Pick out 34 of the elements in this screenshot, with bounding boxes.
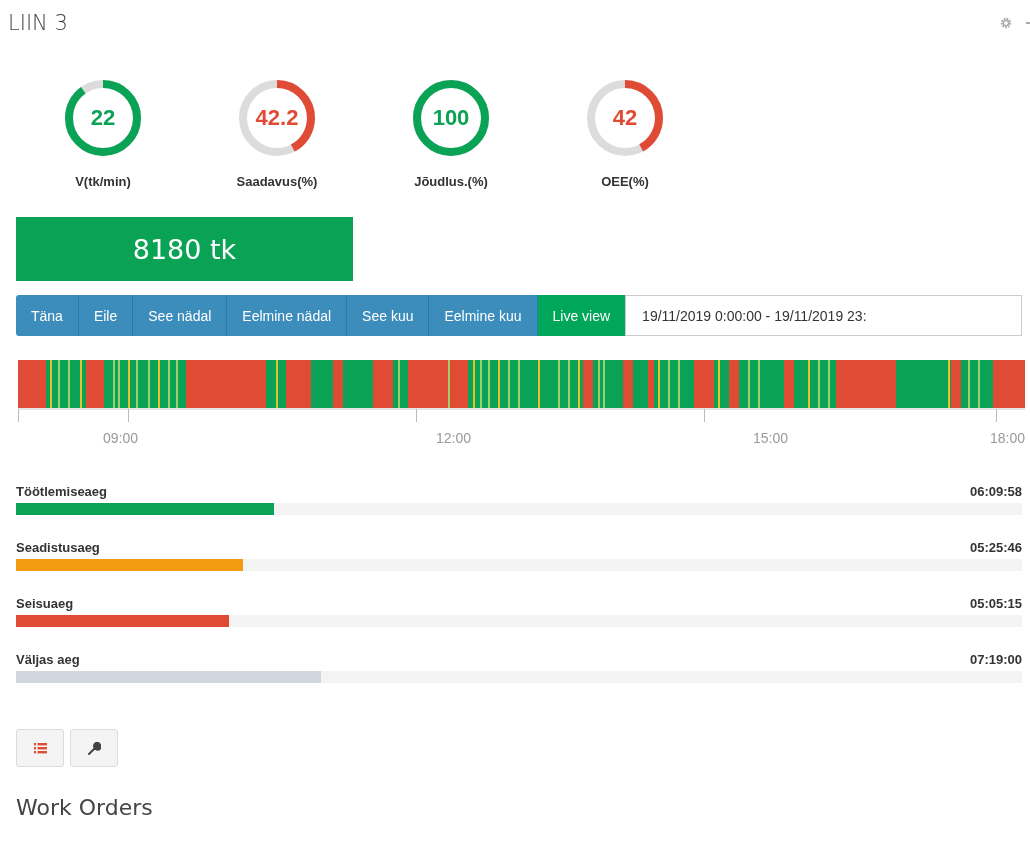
gauge-label: OEE(%): [601, 174, 649, 189]
range-button[interactable]: Eelmine kuu: [429, 295, 538, 336]
list-button[interactable]: [16, 729, 64, 767]
axis-label: 12:00: [436, 430, 472, 446]
gauge-label: V(tk/min): [75, 174, 131, 189]
duration-value: 07:19:00: [969, 652, 1022, 667]
count-banner: 8180 tk: [16, 217, 353, 281]
axis-label: 15:00: [752, 430, 788, 446]
duration-label: Töötlemiseaeg: [16, 484, 108, 499]
duration-label: Väljas aeg: [16, 652, 80, 667]
gauge-value: 100: [431, 104, 471, 132]
settings-icon[interactable]: [1000, 17, 1012, 29]
gauge-value: 42.2: [254, 104, 300, 132]
date-range-field[interactable]: 19/11/2019 0:00:00 - 19/11/2019 23:: [625, 295, 1022, 336]
section-title: Work Orders: [16, 795, 154, 820]
range-button[interactable]: Eile: [78, 295, 134, 336]
range-button[interactable]: Live view: [537, 295, 626, 336]
gauge-label: Jõudlus.(%): [414, 174, 488, 189]
axis-label: 09:00: [103, 430, 139, 446]
duration-label: Seadistusaeg: [16, 540, 100, 555]
range-button[interactable]: Eelmine nädal: [227, 295, 348, 336]
duration-label: Seisuaeg: [16, 596, 74, 611]
gauge-value: 22: [89, 104, 117, 132]
duration-value: 06:09:58: [969, 484, 1022, 499]
panel-title: LIIN 3: [8, 11, 68, 35]
range-button[interactable]: See nädal: [133, 295, 228, 336]
duration-value: 05:25:46: [969, 540, 1022, 555]
axis-label: 18:00: [989, 430, 1025, 446]
range-button[interactable]: Täna: [16, 295, 79, 336]
range-button[interactable]: See kuu: [347, 295, 430, 336]
gauge-label: Saadavus(%): [236, 174, 318, 189]
gauge-value: 42: [611, 104, 639, 132]
duration-value: 05:05:15: [969, 596, 1022, 611]
list-icon: [33, 742, 47, 754]
